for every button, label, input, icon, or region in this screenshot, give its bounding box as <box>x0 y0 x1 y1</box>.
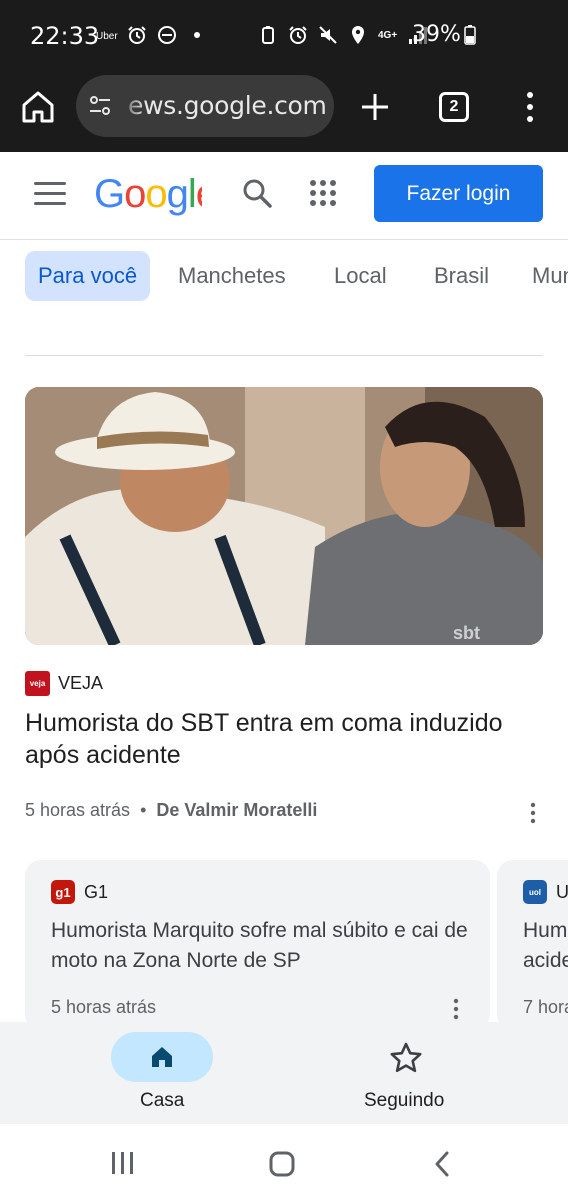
alarm-icon <box>289 26 307 44</box>
hero-time: 5 horas atrás <box>25 800 131 820</box>
nav-home-button[interactable] <box>111 1032 213 1082</box>
card-more-options-icon[interactable] <box>451 997 461 1021</box>
url-text: ews.google.com <box>128 91 327 120</box>
home-icon <box>152 1047 172 1067</box>
hero-headline[interactable]: Humorista do SBT entra em coma induzido … <box>25 707 545 771</box>
battery-icon <box>464 24 476 45</box>
related-article-card[interactable]: g1 G1 Humorista Marquito sofre mal súbit… <box>25 860 490 1030</box>
hero-author: De Valmir Moratelli <box>156 800 318 820</box>
tab-local[interactable]: Local <box>321 251 400 301</box>
url-fade <box>116 75 146 137</box>
nav-home-label[interactable]: Casa <box>140 1090 184 1112</box>
network-label: 4G+ <box>378 29 398 41</box>
battery-percent: 39% <box>412 22 461 47</box>
login-button[interactable]: Fazer login <box>374 165 543 222</box>
hero-watermark: sbt <box>453 623 480 643</box>
system-home-icon[interactable] <box>268 1150 296 1178</box>
hero-meta: 5 horas atrás • De Valmir Moratelli <box>25 800 317 821</box>
site-settings-icon[interactable] <box>88 95 112 117</box>
hero-photo-illustration: sbt <box>25 387 543 645</box>
apps-grid-icon[interactable] <box>309 179 337 207</box>
card-publisher-name: U <box>556 881 568 902</box>
hamburger-menu-icon[interactable] <box>34 182 66 208</box>
tab-switcher-button[interactable]: 2 <box>439 92 469 122</box>
news-header: Google Fazer login <box>0 152 568 240</box>
hero-more-options-icon[interactable] <box>528 801 538 825</box>
tab-manchetes[interactable]: Manchetes <box>165 251 299 301</box>
browser-toolbar: ews.google.com 2 <box>0 72 568 152</box>
section-divider <box>25 355 543 356</box>
veja-logo: veja <box>25 671 50 696</box>
mute-icon <box>319 26 337 44</box>
hero-publisher[interactable]: veja VEJA <box>25 671 103 696</box>
card-publisher-name: G1 <box>84 881 109 902</box>
new-tab-icon[interactable] <box>358 90 392 124</box>
related-article-card[interactable]: uol U Hum acide 7 hora <box>497 860 568 1030</box>
battery-saver-icon <box>262 26 274 44</box>
card-publisher: g1 G1 <box>51 880 108 904</box>
nav-following-label[interactable]: Seguindo <box>364 1090 444 1112</box>
alarm-icon <box>128 26 146 44</box>
tab-para-voce[interactable]: Para você <box>25 251 151 301</box>
address-bar[interactable]: ews.google.com <box>76 75 334 137</box>
back-icon[interactable] <box>432 1150 452 1178</box>
card-time: 5 horas atrás <box>51 997 157 1017</box>
more-vert-icon[interactable] <box>520 90 540 124</box>
status-time: 22:33 <box>30 22 100 50</box>
tab-brasil[interactable]: Brasil <box>421 251 502 301</box>
star-outline-icon <box>390 1042 422 1073</box>
home-icon[interactable] <box>18 87 58 127</box>
status-uber-label: Uber <box>96 31 118 42</box>
section-tabs: Para você Manchetes Local Brasil Mun <box>0 240 568 310</box>
search-icon[interactable] <box>240 176 274 210</box>
hero-article-image[interactable]: sbt <box>25 387 543 645</box>
status-icons-left <box>127 25 207 45</box>
recent-apps-icon[interactable] <box>110 1151 136 1175</box>
hero-publisher-name: VEJA <box>58 673 104 693</box>
status-bar: 22:33 Uber 4G+ 39% <box>0 0 568 72</box>
nav-following-button[interactable] <box>386 1041 426 1075</box>
card-publisher: uol U <box>523 880 568 904</box>
location-icon <box>352 26 364 44</box>
uol-logo: uol <box>523 880 547 904</box>
tab-mundo[interactable]: Mun <box>519 251 568 301</box>
g1-logo: g1 <box>51 880 75 904</box>
battery-indicator: 39% <box>412 22 476 47</box>
status-icons-right: 4G+ <box>258 25 428 45</box>
dot-icon <box>194 32 200 38</box>
meta-separator: • <box>140 800 147 820</box>
google-logo[interactable]: Google <box>94 172 202 218</box>
system-navigation-bar <box>0 1124 568 1199</box>
card-headline[interactable]: Humorista Marquito sofre mal súbito e ca… <box>51 916 471 976</box>
bottom-navigation: Casa Seguindo <box>0 1022 568 1124</box>
do-not-disturb-icon <box>158 26 176 44</box>
card-headline[interactable]: Hum acide <box>523 916 568 976</box>
card-time: 7 hora <box>523 997 568 1017</box>
